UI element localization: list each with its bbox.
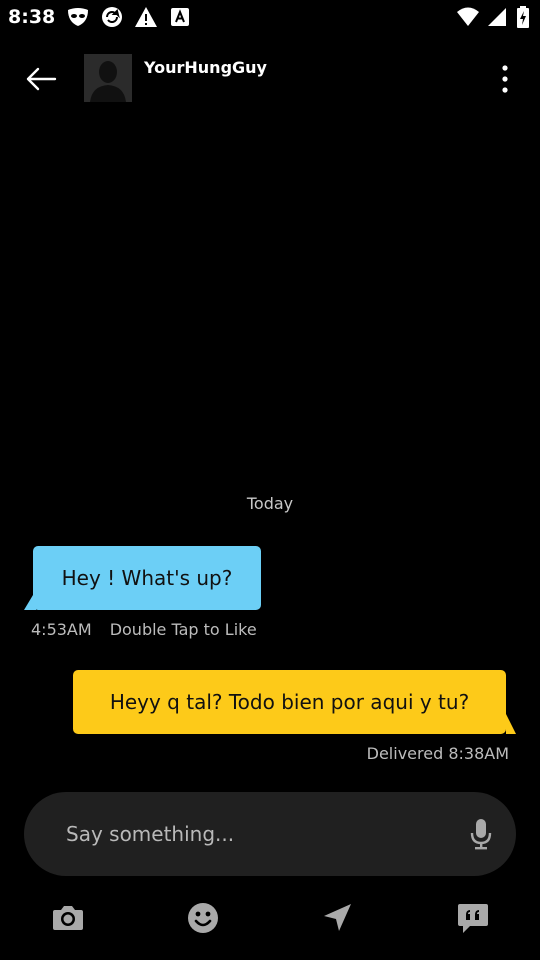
sync-icon <box>102 7 122 27</box>
outgoing-message-text: Heyy q tal? Todo bien por aqui y tu? <box>109 690 470 714</box>
status-time: 8:38 <box>8 6 56 28</box>
warning-icon <box>135 7 157 27</box>
message-input[interactable] <box>66 792 446 876</box>
delivery-status: Delivered 8:38AM <box>366 744 509 763</box>
arrow-left-icon <box>26 67 57 91</box>
avatar[interactable] <box>84 54 132 102</box>
camera-button[interactable] <box>50 900 86 936</box>
chat-toolbar <box>0 894 540 944</box>
contact-name[interactable]: YourHungGuy <box>144 58 267 77</box>
status-bar: 8:38 <box>0 0 540 36</box>
more-options-button[interactable] <box>490 58 520 100</box>
system-icons <box>456 6 530 28</box>
voice-message-button[interactable] <box>468 816 494 852</box>
outgoing-bubble-tail <box>506 714 516 734</box>
notification-icons <box>66 6 192 28</box>
microphone-icon <box>470 819 492 850</box>
message-composer <box>24 792 516 876</box>
outgoing-message-bubble[interactable]: Heyy q tal? Todo bien por aqui y tu? <box>73 670 506 734</box>
default-profile-silhouette-icon <box>84 54 132 102</box>
send-location-button[interactable] <box>319 900 355 936</box>
double-tap-hint: Double Tap to Like <box>109 620 257 639</box>
incoming-message-bubble[interactable]: Hey ! What's up? <box>33 546 261 610</box>
battery-icon <box>517 6 529 28</box>
app-a-icon <box>171 8 189 26</box>
camera-icon <box>53 906 83 930</box>
emoji-icon <box>188 903 218 933</box>
saved-phrases-icon <box>458 904 488 933</box>
wifi-icon <box>457 7 479 26</box>
incoming-message-time: 4:53AM <box>31 620 92 639</box>
incoming-message-text: Hey ! What's up? <box>61 566 233 590</box>
more-vertical-icon <box>502 65 508 93</box>
chat-header: YourHungGuy <box>0 44 540 110</box>
saved-phrases-button[interactable] <box>455 900 491 936</box>
location-icon <box>324 904 351 931</box>
back-button[interactable] <box>20 58 62 100</box>
date-separator: Today <box>246 494 294 513</box>
signal-icon <box>488 8 506 26</box>
grindr-mask-icon <box>68 8 88 26</box>
incoming-message-meta: 4:53AM Double Tap to Like <box>31 620 257 639</box>
emoji-button[interactable] <box>185 900 221 936</box>
